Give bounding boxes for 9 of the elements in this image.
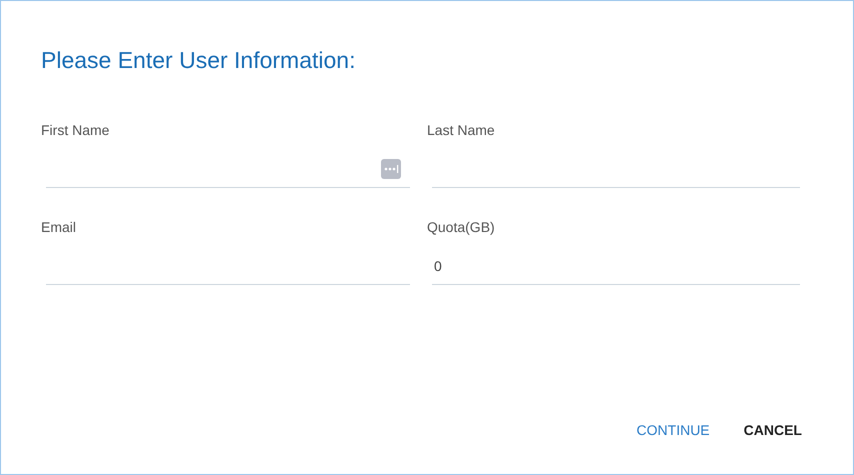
field-label: Email	[41, 218, 78, 236]
password-manager-icon[interactable]	[381, 159, 401, 179]
field-label: Quota(GB)	[427, 218, 496, 236]
dialog-title: Please Enter User Information:	[41, 46, 356, 75]
continue-button[interactable]: CONTINUE	[628, 416, 718, 444]
cancel-button[interactable]: CANCEL	[736, 416, 810, 444]
field-label: Last Name	[427, 121, 496, 139]
field-label: First Name	[41, 121, 110, 139]
input-field[interactable]: 0	[432, 248, 800, 285]
